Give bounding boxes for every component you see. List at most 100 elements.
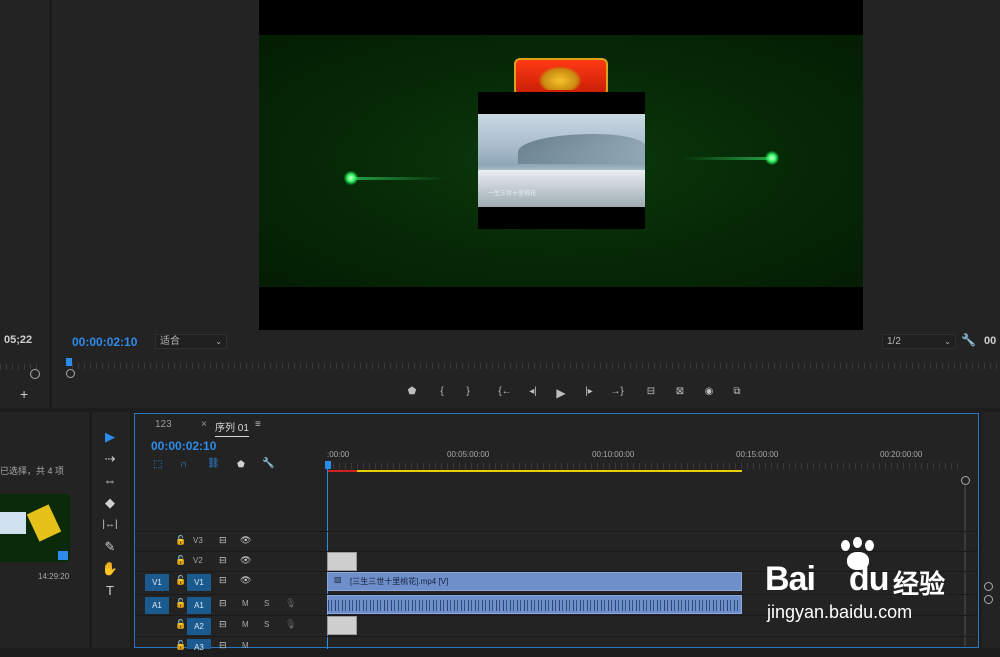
lock-icon[interactable]: 🔓: [175, 575, 186, 586]
extract-button[interactable]: ⊠: [672, 386, 688, 397]
inset-landscape-image: 一生三世十里桃花: [478, 114, 645, 207]
source-timecode[interactable]: 05;22: [4, 334, 32, 346]
mark-in-button[interactable]: {: [434, 386, 450, 397]
right-panel-edge: [982, 412, 1000, 648]
source-patch-a1[interactable]: A1: [145, 597, 169, 614]
program-playhead[interactable]: [66, 358, 72, 366]
fit-dropdown-label: 适合: [160, 336, 180, 347]
microphone-icon[interactable]: 🎙: [285, 598, 296, 609]
add-marker-icon[interactable]: ⬟: [237, 459, 245, 470]
track-label-v3[interactable]: V3: [193, 536, 203, 545]
render-status-bar: [327, 470, 357, 472]
scroll-handle[interactable]: [984, 582, 993, 591]
nest-toggle-icon[interactable]: ⬚: [153, 459, 162, 470]
export-frame-camera-icon[interactable]: ◉: [701, 386, 717, 397]
sync-lock-icon[interactable]: ⊟: [219, 598, 227, 609]
ruler-label: :00:00: [327, 450, 350, 459]
zoom-handle-left[interactable]: [66, 369, 75, 378]
hand-tool-icon[interactable]: ✋: [100, 560, 120, 578]
watermark-url: jingyan.baidu.com: [767, 602, 913, 622]
sync-lock-icon[interactable]: ⊟: [219, 535, 227, 546]
snap-magnet-icon[interactable]: ∩: [180, 459, 187, 470]
timeline-playhead-handle[interactable]: [325, 461, 331, 469]
sync-lock-icon[interactable]: ⊟: [219, 555, 227, 566]
work-area-bar[interactable]: [327, 470, 742, 472]
sync-lock-icon[interactable]: ⊟: [219, 640, 227, 651]
lock-icon[interactable]: 🔓: [175, 640, 186, 651]
lock-icon[interactable]: 🔓: [175, 598, 186, 609]
sync-lock-icon[interactable]: ⊟: [219, 575, 227, 586]
a1-audio-clip[interactable]: [327, 595, 742, 614]
track-target-a1[interactable]: A1: [187, 597, 211, 614]
type-tool-icon[interactable]: T: [100, 582, 120, 600]
wrench-icon[interactable]: 🔧: [961, 333, 976, 347]
tools-panel: ▶ ⇢ ⇔ ◆ |↔| ✎ ✋ T: [92, 412, 130, 648]
ruler-label: 00:20:00:00: [880, 450, 923, 459]
tab-sequence-01[interactable]: 序列 01: [215, 419, 249, 437]
a2-clip-thumbnail[interactable]: [327, 616, 357, 635]
lift-button[interactable]: ⊟: [643, 386, 659, 397]
add-button[interactable]: +: [20, 386, 28, 402]
linked-selection-icon[interactable]: ⛓: [207, 458, 220, 469]
mark-out-button[interactable]: }: [460, 386, 476, 397]
go-to-out-button[interactable]: →}: [609, 386, 625, 397]
step-back-button[interactable]: ◂|: [525, 386, 541, 397]
light-streak-left: [354, 177, 444, 180]
razor-tool-icon[interactable]: ◆: [100, 494, 120, 512]
ripple-edit-tool-icon[interactable]: ⇔: [100, 472, 120, 490]
v1-clip-label: [三生三世十里桃花].mp4 [V]: [350, 577, 449, 586]
watermark-brand-part1: Bai: [765, 560, 816, 598]
slip-tool-icon[interactable]: |↔|: [100, 516, 120, 534]
eye-icon[interactable]: 👁: [240, 535, 251, 546]
video-green-background: 一生三世十里桃花: [259, 35, 863, 287]
mute-button[interactable]: M: [242, 620, 249, 629]
clip-thumbnail[interactable]: [0, 494, 70, 562]
lock-icon[interactable]: 🔓: [175, 535, 186, 546]
source-zoom-handle[interactable]: [30, 369, 40, 379]
comparison-view-button[interactable]: ⧉: [729, 386, 745, 397]
program-time-ruler[interactable]: [72, 363, 1000, 369]
ruler-label: 00:10:00:00: [592, 450, 635, 459]
timeline-timecode[interactable]: 00:00:02:10: [151, 439, 216, 453]
solo-button[interactable]: S: [264, 620, 269, 629]
eye-icon[interactable]: 👁: [240, 575, 251, 586]
add-marker-button[interactable]: ⬟: [404, 386, 420, 397]
fx-badge-icon: ▨: [334, 575, 342, 584]
track-target-v1[interactable]: V1: [187, 574, 211, 591]
mute-button[interactable]: M: [242, 599, 249, 608]
track-select-tool-icon[interactable]: ⇢: [100, 450, 120, 468]
step-forward-button[interactable]: |▸: [581, 386, 597, 397]
lock-icon[interactable]: 🔓: [175, 619, 186, 630]
scroll-handle[interactable]: [984, 595, 993, 604]
play-button[interactable]: ▶: [553, 386, 569, 400]
v1-clip[interactable]: ▨ [三生三世十里桃花].mp4 [V]: [327, 572, 742, 591]
track-label-v2[interactable]: V2: [193, 556, 203, 565]
panel-menu-icon[interactable]: ≡: [255, 419, 261, 430]
pen-tool-icon[interactable]: ✎: [100, 538, 120, 556]
program-video-frame[interactable]: 一生三世十里桃花: [259, 0, 863, 330]
timeline-settings-wrench-icon[interactable]: 🔧: [262, 458, 274, 469]
microphone-icon[interactable]: 🎙: [285, 619, 296, 630]
solo-button[interactable]: S: [264, 599, 269, 608]
fit-dropdown[interactable]: 适合 ⌄: [155, 334, 227, 349]
vertical-zoom-handle[interactable]: [961, 476, 970, 485]
close-icon[interactable]: ×: [201, 419, 207, 430]
go-to-in-button[interactable]: {←: [497, 386, 513, 397]
track-target-a2[interactable]: A2: [187, 618, 211, 635]
light-streak-right: [681, 157, 771, 160]
sync-lock-icon[interactable]: ⊟: [219, 619, 227, 630]
tab-123[interactable]: 123: [155, 419, 172, 430]
project-panel: 已选择，共 4 项 14:29:20: [0, 412, 91, 648]
program-timecode[interactable]: 00:00:02:10: [72, 335, 137, 349]
resolution-dropdown[interactable]: 1/2 ⌄: [882, 334, 956, 349]
selection-tool-icon[interactable]: ▶: [100, 428, 120, 446]
lock-icon[interactable]: 🔓: [175, 555, 186, 566]
glow-dot-left: [344, 171, 358, 185]
chevron-down-icon: ⌄: [944, 337, 951, 346]
mute-button[interactable]: M: [242, 641, 249, 650]
source-patch-v1[interactable]: V1: [145, 574, 169, 591]
track-header-a2: 🔓 A2 ⊟ M S 🎙: [135, 616, 325, 636]
v2-clip-thumbnail[interactable]: [327, 552, 357, 571]
timeline-ruler[interactable]: [327, 463, 963, 469]
eye-icon[interactable]: 👁: [240, 555, 251, 566]
